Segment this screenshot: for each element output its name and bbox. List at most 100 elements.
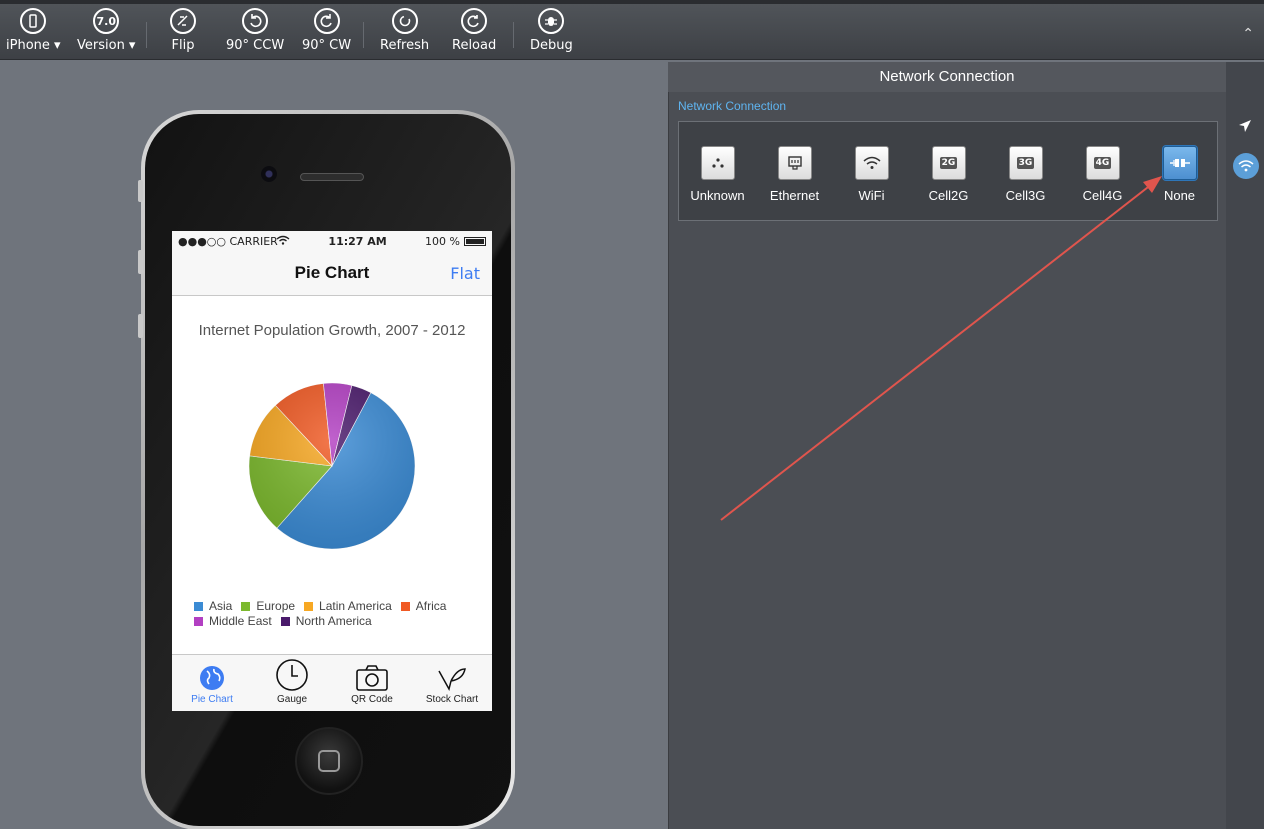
volume-down-button (138, 314, 143, 338)
phone-device-frame: ●●●○○ CARRIER 11:27 AM 100 % Pie Chart F… (138, 110, 515, 829)
connection-option-none[interactable]: None (1141, 146, 1218, 203)
flip-button[interactable]: Flip (170, 8, 196, 60)
flip-icon (170, 8, 196, 34)
refresh-label: Refresh (380, 38, 430, 53)
tab-label: Gauge (276, 694, 308, 705)
gauge-icon (276, 659, 308, 691)
connection-option-ethernet[interactable]: Ethernet (756, 146, 833, 203)
legend-swatch (280, 617, 290, 626)
battery-icon (463, 236, 486, 246)
network-tool-icon[interactable] (1233, 153, 1259, 179)
reload-button[interactable]: Reload (452, 8, 496, 60)
device-select-button[interactable]: iPhone ▾ (6, 8, 61, 60)
cell2g-badge: 2G (939, 157, 958, 169)
camera-icon (261, 166, 277, 182)
flat-button[interactable]: Flat (450, 264, 480, 283)
reload-label: Reload (452, 38, 497, 53)
rotate-cw-label: 90° CW (302, 38, 352, 53)
battery-label: 100 % (425, 234, 460, 248)
carrier-label: ●●●○○ CARRIER (178, 234, 278, 248)
legend-item-asia[interactable]: Asia (194, 599, 232, 614)
connection-label: Cell4G (1082, 188, 1123, 203)
tab-label: QR Code (351, 694, 393, 705)
connection-options: Unknown Ethernet WiFi 2G Cell2G 3G Cell3… (678, 121, 1218, 221)
speaker-grille (300, 173, 364, 181)
cell4g-badge: 4G (1093, 157, 1112, 169)
connection-option-unknown[interactable]: Unknown (679, 146, 756, 203)
cell3g-badge: 3G (1016, 157, 1035, 169)
phone-body: ●●●○○ CARRIER 11:27 AM 100 % Pie Chart F… (145, 114, 511, 826)
tab-stock-chart[interactable]: Stock Chart (412, 655, 492, 711)
connection-option-cell4g[interactable]: 4G Cell4G (1064, 146, 1141, 203)
home-button[interactable] (295, 727, 363, 795)
legend-item-latin-america[interactable]: Latin America (304, 599, 392, 614)
connection-option-cell3g[interactable]: 3G Cell3G (987, 146, 1064, 203)
plug-icon (1162, 146, 1197, 180)
connection-label: Cell2G (928, 188, 969, 203)
wifi-status-icon (276, 235, 290, 248)
connection-label: Ethernet (769, 188, 820, 203)
pie-chart[interactable] (172, 371, 492, 561)
mute-switch (138, 180, 143, 202)
rotate-ccw-button[interactable]: 90° CCW (226, 8, 284, 60)
section-label: Network Connection (678, 99, 787, 113)
wifi-icon (854, 146, 889, 180)
cell2g-icon: 2G (931, 146, 966, 180)
device-label: iPhone ▾ (6, 38, 61, 53)
globe-icon (200, 666, 224, 690)
rotate-cw-button[interactable]: 90° CW (302, 8, 351, 60)
legend-label: North America (295, 614, 372, 628)
geolocation-icon[interactable] (1238, 118, 1252, 137)
phone-screen: ●●●○○ CARRIER 11:27 AM 100 % Pie Chart F… (172, 231, 492, 711)
version-select-button[interactable]: 7.0 Version ▾ (77, 8, 135, 60)
legend-swatch (241, 602, 251, 611)
reload-icon (461, 8, 488, 34)
legend-item-north-america[interactable]: North America (280, 614, 372, 629)
battery-status: 100 % (425, 235, 486, 248)
unknown-icon (700, 146, 735, 180)
tab-gauge[interactable]: Gauge (252, 655, 332, 711)
phone-icon (20, 8, 47, 34)
legend-swatch (194, 617, 203, 626)
connection-option-wifi[interactable]: WiFi (833, 146, 910, 203)
tab-pie-chart[interactable]: Pie Chart (172, 655, 252, 711)
legend-label: Africa (415, 599, 447, 613)
connection-label: WiFi (858, 188, 885, 203)
legend-item-middle-east[interactable]: Middle East (194, 614, 272, 629)
refresh-icon (391, 8, 418, 34)
rotate-cw-icon (313, 8, 340, 34)
debug-button[interactable]: Debug (530, 8, 573, 60)
cell4g-icon: 4G (1085, 146, 1120, 180)
volume-up-button (138, 250, 143, 274)
legend-label: Asia (209, 599, 233, 613)
network-connection-panel: Network Connection Unknown Ethernet WiFi… (668, 92, 1226, 829)
toolbar: iPhone ▾ 7.0 Version ▾ Flip 90° CCW 90° … (0, 0, 1264, 60)
version-icon: 7.0 (93, 8, 120, 34)
collapse-toolbar-button[interactable]: ⌃ (1242, 26, 1254, 42)
tab-bar: Pie Chart Gauge QR Code Stock Chart (172, 654, 492, 711)
legend-item-africa[interactable]: Africa (400, 599, 447, 614)
chart-legend: Asia Europe Latin America Africa Middle East… (194, 599, 484, 629)
refresh-button[interactable]: Refresh (380, 8, 429, 60)
status-bar: ●●●○○ CARRIER 11:27 AM 100 % (172, 231, 492, 251)
legend-swatch (400, 602, 410, 611)
legend-label: Middle East (209, 614, 272, 628)
connection-label: Unknown (690, 188, 745, 203)
legend-swatch (304, 602, 314, 611)
legend-item-europe[interactable]: Europe (241, 599, 295, 614)
stock-chart-icon (438, 668, 466, 691)
tab-label: Pie Chart (191, 694, 233, 705)
version-label: Version ▾ (77, 38, 136, 53)
rotate-ccw-icon (242, 8, 269, 34)
status-time: 11:27 AM (328, 234, 387, 248)
connection-label: None (1163, 188, 1196, 203)
tab-qr-code[interactable]: QR Code (332, 655, 412, 711)
panel-title: Network Connection (668, 62, 1226, 92)
chart-title: Internet Population Growth, 2007 - 2012 (198, 322, 466, 339)
tool-sidebar (1226, 62, 1264, 829)
cell3g-icon: 3G (1008, 146, 1043, 180)
legend-label: Europe (256, 599, 296, 613)
connection-option-cell2g[interactable]: 2G Cell2G (910, 146, 987, 203)
ethernet-icon (777, 146, 812, 180)
bug-icon (538, 8, 565, 34)
